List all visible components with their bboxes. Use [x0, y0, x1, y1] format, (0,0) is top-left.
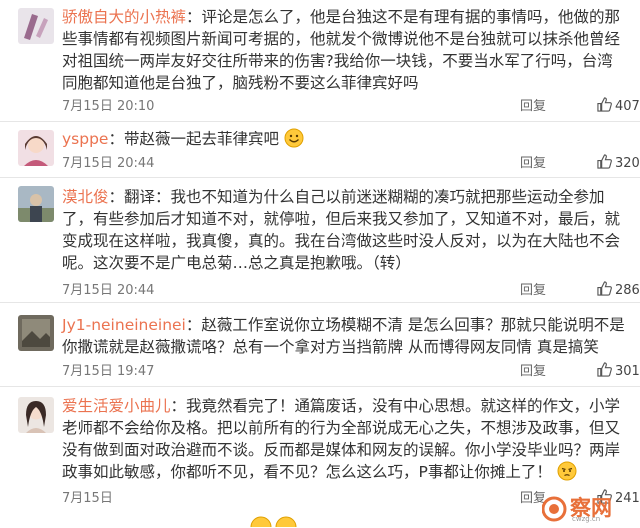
comment-text: 骄傲自大的小热裤：评论是怎么了，他是台独这不是有理有据的事情吗，他做的那些事情都… [62, 6, 626, 94]
comment-meta: 7月15日 20:10 回复 40778 [62, 97, 640, 117]
comment-username[interactable]: 骄傲自大的小热裤 [62, 8, 186, 26]
comment-item: Jy1-neineineinei：赵薇工作室说你立场模糊不清 是怎么回事？那就只… [0, 303, 640, 387]
comment-meta: 7月15日 19:47 回复 30198 [62, 362, 640, 382]
smile-emoji-icon [284, 128, 304, 148]
thumbs-up-icon [597, 281, 612, 296]
comment-meta: 7月15日 20:44 回复 32012 [62, 154, 640, 174]
comment-username[interactable]: ysppe [62, 130, 108, 148]
reply-button[interactable]: 回复 [520, 154, 546, 174]
comment-item: 骄傲自大的小热裤：评论是怎么了，他是台独这不是有理有据的事情吗，他做的那些事情都… [0, 0, 640, 122]
reply-button[interactable]: 回复 [520, 362, 546, 382]
comment-item: 漠北俊：翻译：我也不知道为什么自己以前迷迷糊糊的凑巧就把那些运动全参加了，有些参… [0, 178, 640, 303]
site-watermark: 察网 cwzg.cn [541, 494, 634, 524]
avatar[interactable] [18, 130, 54, 166]
comment-username[interactable]: Jy1-neineineinei [62, 316, 186, 334]
comment-text: 爱生活爱小曲儿：我竟然看完了！通篇废话，没有中心思想。就这样的作文，小学老师都不… [62, 395, 626, 483]
thumbs-up-icon [597, 97, 612, 112]
comment-content: ：带赵薇一起去菲律宾吧 [108, 130, 279, 148]
avatar[interactable] [18, 315, 54, 351]
like-count: 40778 [615, 99, 640, 114]
like-button[interactable]: 30198 [597, 362, 640, 382]
like-button[interactable]: 40778 [597, 97, 640, 117]
comment-text: 漠北俊：翻译：我也不知道为什么自己以前迷迷糊糊的凑巧就把那些运动全参加了，有些参… [62, 186, 626, 274]
comment-username[interactable]: 漠北俊 [62, 188, 109, 206]
comment-username[interactable]: 爱生活爱小曲儿 [62, 397, 171, 415]
like-count: 30198 [615, 364, 640, 379]
like-button[interactable]: 32012 [597, 154, 640, 174]
like-button[interactable]: 28603 [597, 281, 640, 301]
thinking-emoji-icon [557, 461, 577, 481]
comment-meta: 7月15日 20:44 回复 28603 [62, 281, 640, 301]
reply-button[interactable]: 回复 [520, 97, 546, 117]
emoji-row-icon [250, 516, 297, 527]
thumbs-up-icon [597, 154, 612, 169]
comment-text: Jy1-neineineinei：赵薇工作室说你立场模糊不清 是怎么回事？那就只… [62, 314, 626, 358]
comment-item: ysppe：带赵薇一起去菲律宾吧 7月15日 20:44 回复 32012 [0, 122, 640, 178]
like-count: 28603 [615, 283, 640, 298]
thumbs-up-icon [597, 362, 612, 377]
avatar[interactable] [18, 8, 54, 44]
reply-button[interactable]: 回复 [520, 281, 546, 301]
comment-time: 7月15日 20:44 [62, 283, 155, 298]
comment-time: 7月15日 [62, 491, 113, 506]
comment-content: ：翻译：我也不知道为什么自己以前迷迷糊糊的凑巧就把那些运动全参加了，有些参加后才… [62, 188, 621, 272]
like-count: 32012 [615, 156, 640, 171]
comment-time: 7月15日 20:10 [62, 99, 155, 114]
avatar[interactable] [18, 397, 54, 433]
comment-time: 7月15日 20:44 [62, 156, 155, 171]
comment-text: ysppe：带赵薇一起去菲律宾吧 [62, 128, 626, 150]
watermark-url: cwzg.cn [572, 515, 601, 523]
avatar[interactable] [18, 186, 54, 222]
comment-time: 7月15日 19:47 [62, 364, 155, 379]
